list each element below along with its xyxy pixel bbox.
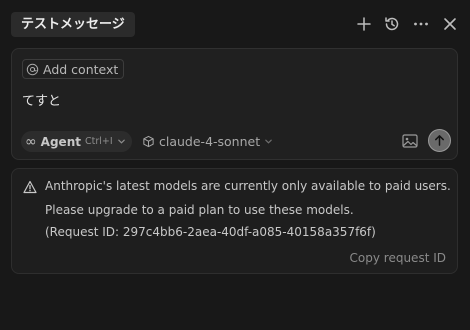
chevron-down-icon [117,137,126,146]
infinity-icon: ∞ [25,133,37,150]
at-sign-icon [26,63,39,76]
history-icon[interactable] [382,14,402,34]
warning-icon [23,180,37,194]
mode-selector[interactable]: ∞ Agent Ctrl+I [21,131,132,152]
request-id-text: (Request ID: 297c4bb6-2aea-40df-a085-401… [45,225,376,239]
plus-icon[interactable] [354,14,374,34]
composer: Add context てすと ∞ Agent Ctrl+I claude-4-… [11,48,458,160]
chat-panel: テストメッセージ Add context てすと ∞ Agent Ctrl+I … [0,0,470,330]
cube-icon [142,135,155,148]
mode-label: Agent [40,134,81,149]
error-text-line-2: Please upgrade to a paid plan to use the… [45,203,354,217]
copy-request-id-button[interactable]: Copy request ID [350,251,446,265]
error-message: Anthropic's latest models are currently … [11,168,458,274]
more-icon[interactable] [411,14,431,34]
add-context-label: Add context [43,61,119,77]
model-selector[interactable]: claude-4-sonnet [142,131,273,152]
mode-shortcut: Ctrl+I [84,136,113,147]
chat-tab-title[interactable]: テストメッセージ [11,12,135,37]
image-icon[interactable] [402,134,418,148]
error-text-line-1: Anthropic's latest models are currently … [45,179,451,193]
close-icon[interactable] [440,14,460,34]
arrow-up-icon [433,134,446,147]
send-button[interactable] [428,129,451,152]
add-context-button[interactable]: Add context [22,59,125,79]
model-label: claude-4-sonnet [159,134,261,149]
chevron-down-icon [264,137,273,146]
message-input[interactable]: てすと [22,90,61,109]
chat-header: テストメッセージ [0,0,470,48]
